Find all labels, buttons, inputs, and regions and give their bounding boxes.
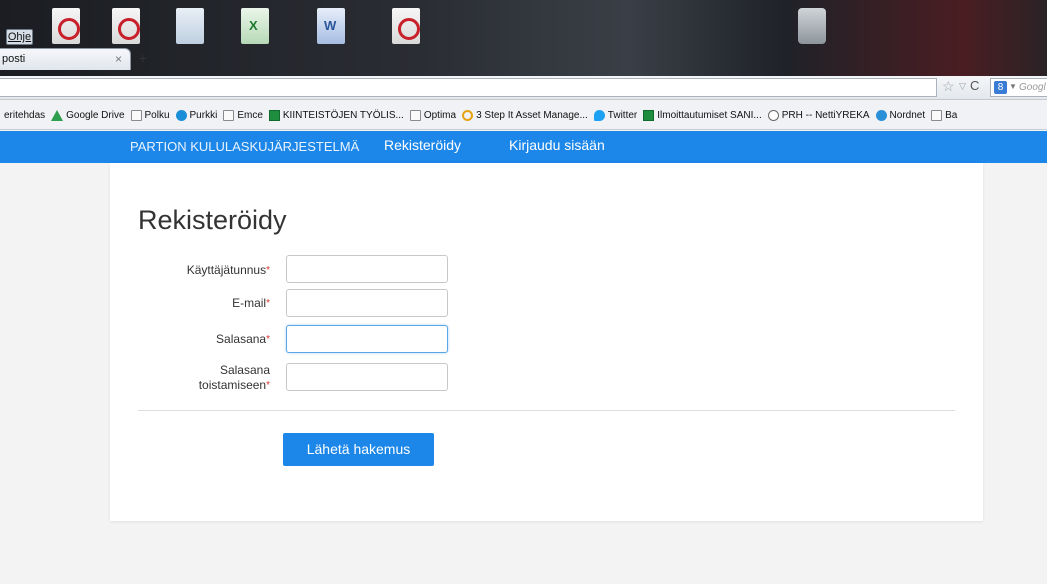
page-title: Rekisteröidy: [138, 205, 287, 235]
password-input[interactable]: [286, 325, 448, 353]
bookmark-item[interactable]: Ba: [931, 109, 958, 121]
tab-title: posti: [2, 53, 26, 65]
form-divider: [138, 410, 955, 411]
username-input[interactable]: [286, 255, 448, 283]
bookmark-label: Emce: [237, 109, 263, 121]
username-label: Käyttäjätunnus*: [110, 263, 270, 278]
folder-icon: [223, 109, 235, 121]
google-drive-icon: [51, 109, 64, 121]
required-marker: *: [266, 380, 270, 391]
bookmark-item[interactable]: Ilmoittautumiset SANI...: [643, 109, 762, 121]
url-input[interactable]: [0, 78, 937, 97]
bookmark-item[interactable]: 3 Step It Asset Manage...: [462, 109, 588, 121]
excel-file-icon[interactable]: [241, 8, 269, 44]
spreadsheet-icon: [643, 109, 655, 121]
close-icon[interactable]: ×: [115, 52, 122, 66]
pdf-file-icon[interactable]: [52, 8, 80, 44]
registration-card: Rekisteröidy Käyttäjätunnus* E-mail* Sal…: [110, 163, 983, 521]
folder-icon: [409, 109, 421, 121]
submit-application-button[interactable]: Lähetä hakemus: [283, 433, 434, 466]
required-marker: *: [266, 265, 270, 276]
pdf-file-icon[interactable]: [112, 8, 140, 44]
bookmark-label: 3 Step It Asset Manage...: [476, 109, 588, 121]
bookmark-item[interactable]: Emce: [223, 109, 263, 121]
email-input[interactable]: [286, 289, 448, 317]
purkki-icon: [175, 109, 187, 121]
google-icon[interactable]: 8: [994, 81, 1007, 94]
bookmark-item[interactable]: Google Drive: [51, 109, 125, 121]
bookmark-item[interactable]: Nordnet: [875, 109, 926, 121]
bookmark-label: Ba: [945, 109, 958, 121]
dropdown-icon[interactable]: ▽: [959, 81, 966, 92]
spreadsheet-icon: [268, 109, 280, 121]
required-marker: *: [266, 298, 270, 309]
bookmark-item[interactable]: eritehdas: [4, 110, 45, 121]
bookmark-label: Polku: [144, 109, 170, 121]
folder-icon: [931, 109, 943, 121]
chevron-down-icon[interactable]: ▼: [1009, 82, 1017, 91]
password-repeat-input[interactable]: [286, 363, 448, 391]
bookmark-item[interactable]: Optima: [409, 109, 457, 121]
pdf-file-icon[interactable]: [392, 8, 420, 44]
prh-icon: [767, 109, 779, 121]
optima-icon: [462, 109, 474, 121]
bookmark-label: Purkki: [189, 109, 218, 121]
bookmark-label: Ilmoittautumiset SANI...: [657, 109, 762, 121]
reload-icon[interactable]: C: [970, 78, 979, 93]
bookmark-label: KIINTEISTÖJEN TYÖLIS...: [282, 109, 404, 121]
bookmark-item[interactable]: Polku: [130, 109, 170, 121]
app-navbar: PARTION KULULASKUJÄRJESTELMÄ Rekisteröid…: [0, 131, 1047, 163]
password-label-text: Salasana: [216, 332, 267, 346]
nav-login-link[interactable]: Kirjaudu sisään: [509, 137, 605, 153]
bookmark-item[interactable]: PRH -- NettiYREKA: [767, 109, 870, 121]
bookmarks-toolbar: eritehdas Google Drive Polku Purkki Emce KIIN…: [0, 101, 1047, 130]
bookmark-star-icon[interactable]: ☆: [942, 78, 955, 95]
username-label-text: Käyttäjätunnus: [186, 263, 267, 277]
twitter-icon: [593, 109, 605, 121]
new-tab-button[interactable]: +: [133, 48, 153, 70]
password-repeat-label-line1: Salasana: [219, 363, 270, 377]
required-marker: *: [266, 334, 270, 345]
password-label: Salasana*: [110, 332, 270, 347]
bookmark-label: Optima: [423, 109, 457, 121]
bookmark-label: Twitter: [607, 109, 638, 121]
brand-link[interactable]: PARTION KULULASKUJÄRJESTELMÄ: [130, 139, 359, 154]
folder-icon: [130, 109, 142, 121]
browser-navigation-bar: ☆ ▽ C 8 ▼ Googl: [0, 76, 1047, 100]
password-repeat-label: Salasana toistamiseen*: [110, 363, 270, 393]
bookmark-label: Google Drive: [66, 109, 125, 121]
email-label: E-mail*: [110, 296, 270, 311]
password-repeat-label-line2: toistamiseen: [198, 378, 267, 392]
bookmark-label: eritehdas: [4, 109, 46, 121]
search-placeholder: Googl: [1019, 82, 1046, 93]
application-icon[interactable]: [798, 8, 826, 44]
nordnet-icon: [875, 109, 887, 121]
word-file-icon[interactable]: [317, 8, 345, 44]
bookmark-item[interactable]: KIINTEISTÖJEN TYÖLIS...: [268, 109, 404, 121]
email-label-text: E-mail: [232, 296, 267, 310]
browser-tab[interactable]: posti ×: [0, 48, 131, 70]
nav-register-link[interactable]: Rekisteröidy: [384, 137, 461, 153]
bookmark-item[interactable]: Twitter: [593, 109, 638, 121]
help-menu[interactable]: Ohje: [6, 29, 33, 45]
desktop-background: Ohje posti × +: [0, 0, 1047, 76]
bookmark-label: PRH -- NettiYREKA: [781, 109, 870, 121]
bookmark-label: Nordnet: [889, 109, 926, 121]
bookmark-item[interactable]: Purkki: [175, 109, 218, 121]
document-file-icon[interactable]: [176, 8, 204, 44]
browser-search-input[interactable]: 8 ▼ Googl: [990, 78, 1047, 97]
